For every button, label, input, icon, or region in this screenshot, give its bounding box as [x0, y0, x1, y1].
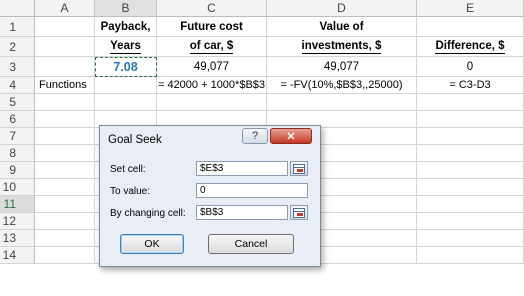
cell-d4[interactable]: = -FV(10%,$B$3,,25000): [267, 77, 417, 94]
row-header-7[interactable]: 7: [0, 128, 35, 145]
help-icon: ?: [251, 130, 259, 142]
cell-d2-text: investments, $: [301, 39, 382, 54]
help-button[interactable]: ?: [242, 128, 268, 144]
column-header-b[interactable]: B: [95, 0, 157, 17]
row-header-5[interactable]: 5: [0, 94, 35, 111]
column-header-a[interactable]: A: [35, 0, 95, 17]
close-icon: ✕: [286, 130, 296, 143]
row-header-11[interactable]: 11: [0, 196, 35, 213]
to-value-input[interactable]: 0: [196, 183, 308, 198]
row-header-10[interactable]: 10: [0, 179, 35, 196]
set-cell-picker-button[interactable]: [290, 161, 308, 176]
cell-e2[interactable]: Difference, $: [417, 37, 524, 57]
column-header-c[interactable]: C: [157, 0, 267, 17]
column-header-e[interactable]: E: [417, 0, 524, 17]
cell-b1[interactable]: Payback,: [95, 17, 157, 37]
row-header-12[interactable]: 12: [0, 213, 35, 230]
cancel-button[interactable]: Cancel: [208, 234, 294, 254]
changing-cell-label: By changing cell:: [110, 208, 186, 219]
row-header-13[interactable]: 13: [0, 230, 35, 247]
cell-a4[interactable]: Functions: [35, 77, 95, 94]
to-value-label: To value:: [110, 186, 151, 197]
row-header-14[interactable]: 14: [0, 247, 35, 264]
select-all-corner[interactable]: [0, 0, 35, 17]
ok-button[interactable]: OK: [120, 234, 184, 254]
changing-cell-input[interactable]: $B$3: [196, 205, 288, 220]
row-header-3[interactable]: 3: [0, 57, 35, 77]
close-button[interactable]: ✕: [270, 128, 312, 144]
set-cell-label: Set cell:: [110, 164, 146, 175]
row-header-6[interactable]: 6: [0, 111, 35, 128]
goal-seek-dialog: Goal Seek ? ✕ Set cell: $E$3 To value: 0…: [99, 125, 321, 267]
cell-b3[interactable]: 7.08: [95, 57, 157, 77]
cell-b2[interactable]: Years: [95, 37, 157, 57]
row-header-8[interactable]: 8: [0, 145, 35, 162]
range-picker-icon: [293, 207, 305, 218]
column-header-d[interactable]: D: [267, 0, 417, 17]
row-header-9[interactable]: 9: [0, 162, 35, 179]
cell-d1[interactable]: Value of: [267, 17, 417, 37]
dialog-title: Goal Seek: [108, 134, 162, 146]
cell-b2-text: Years: [110, 39, 141, 54]
set-cell-input[interactable]: $E$3: [196, 161, 288, 176]
cell-c2-text: of car, $: [189, 39, 234, 54]
cell-e4[interactable]: = C3-D3: [417, 77, 524, 94]
cell-c1[interactable]: Future cost: [157, 17, 267, 37]
cell-e3[interactable]: 0: [417, 57, 524, 77]
cell-d2[interactable]: investments, $: [267, 37, 417, 57]
cell-c4[interactable]: = 42000 + 1000*$B$3: [157, 77, 267, 94]
cell-c3[interactable]: 49,077: [157, 57, 267, 77]
cell-c2[interactable]: of car, $: [157, 37, 267, 57]
row-header-4[interactable]: 4: [0, 77, 35, 94]
row-header-1[interactable]: 1: [0, 17, 35, 37]
row-header-2[interactable]: 2: [0, 37, 35, 57]
cell-d3[interactable]: 49,077: [267, 57, 417, 77]
cell-e2-text: Difference, $: [435, 39, 505, 54]
range-picker-icon: [293, 163, 305, 174]
changing-cell-picker-button[interactable]: [290, 205, 308, 220]
